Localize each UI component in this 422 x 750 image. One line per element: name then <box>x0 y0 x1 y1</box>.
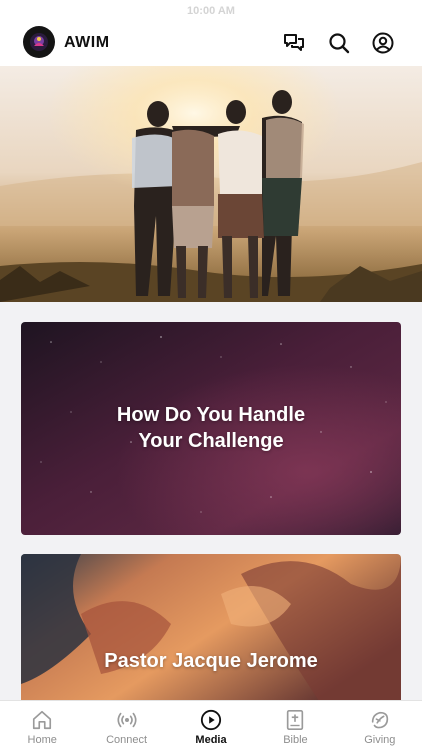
hero-banner[interactable] <box>0 66 422 302</box>
card-title: Pastor Jacque Jerome <box>104 650 318 672</box>
app-logo[interactable] <box>23 26 55 58</box>
status-bar: 10:00 AM <box>0 0 422 22</box>
chat-icon <box>284 34 304 51</box>
tab-connect[interactable]: Connect <box>84 701 168 750</box>
app-title: AWIM <box>64 34 110 51</box>
media-card[interactable]: Pastor Jacque Jerome <box>21 554 401 704</box>
tab-label: Giving <box>364 734 396 746</box>
bottom-tab-bar: Home Connect Media Bible Giving <box>0 700 422 750</box>
tab-bible[interactable]: Bible <box>253 701 337 750</box>
home-icon <box>33 710 52 730</box>
giving-icon <box>371 711 388 729</box>
tab-label: Media <box>195 734 227 746</box>
tab-giving[interactable]: Giving <box>338 701 422 750</box>
search-icon <box>329 33 350 54</box>
bible-icon <box>287 710 304 730</box>
chat-button[interactable] <box>281 30 307 56</box>
search-button[interactable] <box>326 30 352 56</box>
hero-image <box>0 66 422 302</box>
tab-label: Connect <box>106 734 148 746</box>
tab-media[interactable]: Media <box>169 701 253 750</box>
tab-home[interactable]: Home <box>0 701 84 750</box>
profile-button[interactable] <box>370 30 396 56</box>
broadcast-icon <box>117 712 137 728</box>
media-card[interactable]: How Do You Handle Your Challenge <box>21 322 401 535</box>
church-logo-icon <box>30 33 48 51</box>
status-time: 10:00 AM <box>187 5 235 17</box>
card-title: How Do You Handle Your Challenge <box>116 404 306 452</box>
app-header: AWIM <box>0 22 422 66</box>
card-background <box>21 554 401 704</box>
tab-label: Bible <box>283 734 308 746</box>
tab-label: Home <box>27 734 57 746</box>
profile-icon <box>372 32 394 54</box>
play-icon <box>200 709 222 731</box>
